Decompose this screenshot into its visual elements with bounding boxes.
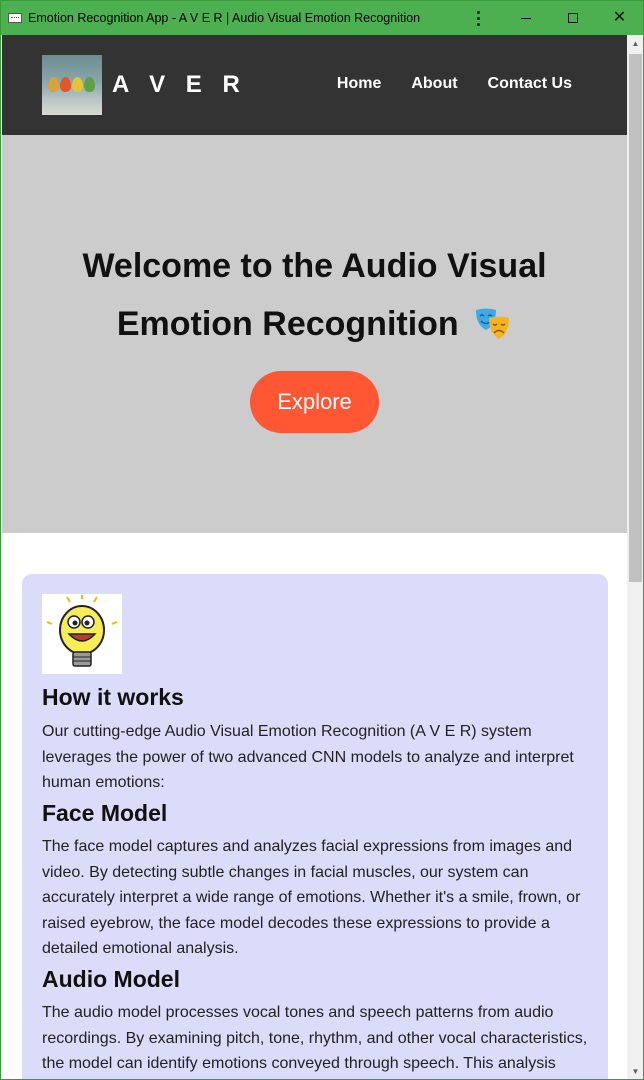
- audio-model-text: The audio model processes vocal tones an…: [42, 1004, 588, 1072]
- nav-links: Home About Contact Us: [337, 75, 572, 93]
- minimize-button[interactable]: [502, 1, 549, 35]
- explore-button[interactable]: Explore: [250, 371, 379, 433]
- how-it-works-card: How it works Our cutting-edge Audio Visu…: [22, 574, 608, 1079]
- audio-model-heading: Audio Model: [42, 966, 180, 992]
- app-icon: [8, 13, 22, 23]
- close-button[interactable]: ✕: [596, 1, 643, 35]
- hero-title-line2: Emotion Recognition: [116, 305, 459, 343]
- scroll-up-icon[interactable]: ▲: [627, 35, 643, 52]
- brand-name[interactable]: A V E R: [112, 71, 247, 99]
- how-it-works-heading: How it works: [42, 684, 184, 710]
- how-it-works-intro: Our cutting-edge Audio Visual Emotion Re…: [42, 723, 574, 791]
- scrollbar-thumb[interactable]: [629, 54, 642, 582]
- more-options-button[interactable]: [455, 1, 502, 35]
- app-window: Emotion Recognition App - A V E R | Audi…: [0, 0, 644, 1080]
- window-title: Emotion Recognition App - A V E R | Audi…: [28, 11, 421, 25]
- close-icon: ✕: [612, 9, 627, 26]
- egg-icon: [72, 77, 83, 92]
- nav-about-link[interactable]: About: [411, 75, 457, 93]
- face-model-heading: Face Model: [42, 800, 168, 826]
- lightbulb-icon: [42, 594, 122, 674]
- minimize-icon: [520, 17, 531, 19]
- page-viewport: A V E R Home About Contact Us Welcome to…: [2, 35, 627, 1079]
- maximize-icon: [567, 13, 578, 23]
- title-bar[interactable]: Emotion Recognition App - A V E R | Audi…: [1, 1, 643, 35]
- egg-icon: [60, 77, 71, 92]
- hero-title-line1: Welcome to the Audio Visual: [82, 247, 547, 285]
- face-model-text: The face model captures and analyzes fac…: [42, 838, 581, 957]
- vertical-scrollbar[interactable]: ▲ ▼: [627, 35, 643, 1079]
- nav-contact-link[interactable]: Contact Us: [488, 75, 572, 93]
- kebab-icon: [477, 10, 481, 26]
- logo-image[interactable]: [42, 55, 102, 115]
- scroll-down-icon[interactable]: ▼: [627, 1063, 643, 1079]
- egg-icon: [84, 77, 95, 92]
- hero-section: Welcome to the Audio Visual Emotion Reco…: [2, 135, 627, 533]
- egg-icon: [48, 77, 59, 92]
- nav-home-link[interactable]: Home: [337, 75, 381, 93]
- maximize-button[interactable]: [549, 1, 596, 35]
- theater-masks-icon: [474, 301, 512, 339]
- navbar: A V E R Home About Contact Us: [2, 35, 627, 135]
- hero-title: Welcome to the Audio Visual Emotion Reco…: [32, 237, 597, 353]
